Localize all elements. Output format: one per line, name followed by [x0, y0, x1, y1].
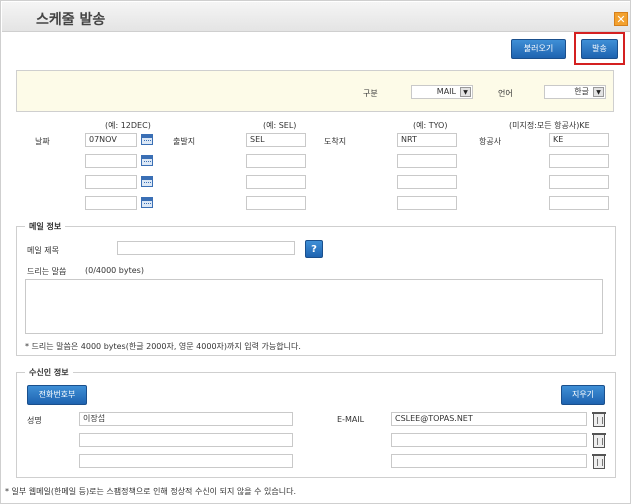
mail-subject-input[interactable]: [117, 241, 295, 255]
departure-input[interactable]: [246, 154, 306, 168]
airline-hint: (미지정:모든 항공사)KE: [509, 121, 590, 130]
airline-input[interactable]: KE: [549, 133, 609, 147]
calendar-icon[interactable]: [141, 134, 153, 145]
options-panel: [16, 70, 614, 112]
arrival-hint: (예: TYO): [413, 121, 448, 130]
recipient-legend: 수신인 정보: [25, 367, 73, 378]
calendar-icon[interactable]: [141, 155, 153, 166]
type-label: 구분: [363, 89, 378, 98]
recipient-email-input[interactable]: [391, 454, 587, 468]
trash-icon[interactable]: [592, 454, 606, 469]
arrival-label: 도착지: [324, 137, 347, 146]
dialog-title: 스케줄 발송: [36, 12, 106, 28]
recipient-name-input[interactable]: [79, 433, 293, 447]
title-bar: 스케줄 발송 ✕: [2, 2, 630, 32]
trash-icon[interactable]: [592, 433, 606, 448]
date-input[interactable]: [85, 175, 137, 189]
send-button-highlight: [574, 32, 625, 65]
date-input[interactable]: [85, 196, 137, 210]
phonebook-button[interactable]: 전화번호부: [27, 385, 87, 405]
date-label: 날짜: [35, 137, 50, 146]
departure-input[interactable]: [246, 196, 306, 210]
airline-label: 항공사: [479, 137, 502, 146]
message-label: 드리는 말씀: [27, 267, 67, 276]
clear-button[interactable]: 지우기: [561, 385, 605, 405]
mail-info-legend: 메일 정보: [25, 221, 66, 232]
recipient-email-input[interactable]: CSLEE@TOPAS.NET: [391, 412, 587, 426]
language-select[interactable]: 한글 ▼: [544, 85, 606, 99]
footer-note: * 일부 웹메일(한메일 등)로는 스팸정책으로 인해 정상적 수신이 되지 않…: [5, 487, 296, 496]
email-label: E-MAIL: [337, 415, 365, 424]
airline-input[interactable]: [549, 175, 609, 189]
mail-subject-label: 메일 제목: [27, 246, 59, 255]
message-textarea[interactable]: [25, 279, 603, 334]
chevron-down-icon: ▼: [593, 87, 604, 97]
arrival-input[interactable]: [397, 175, 457, 189]
airline-input[interactable]: [549, 154, 609, 168]
message-byte-count: (0/4000 bytes): [85, 266, 144, 275]
date-hint: (예: 12DEC): [105, 121, 151, 130]
type-select[interactable]: MAIL ▼: [411, 85, 473, 99]
recipient-email-input[interactable]: [391, 433, 587, 447]
close-icon[interactable]: ✕: [614, 12, 628, 26]
name-label: 성명: [27, 416, 42, 425]
arrival-input[interactable]: NRT: [397, 133, 457, 147]
arrival-input[interactable]: [397, 154, 457, 168]
send-schedule-dialog: 스케줄 발송 ✕ 불러오기 발송 구분 MAIL ▼ 언어 한글 ▼ (예: 1…: [0, 0, 631, 504]
departure-hint: (예: SEL): [263, 121, 297, 130]
load-button[interactable]: 불러오기: [511, 39, 566, 59]
calendar-icon[interactable]: [141, 197, 153, 208]
airline-input[interactable]: [549, 196, 609, 210]
recipient-name-input[interactable]: 이장섭: [79, 412, 293, 426]
trash-icon[interactable]: [592, 412, 606, 427]
message-note: * 드리는 말씀은 4000 bytes(한글 2000자, 영문 4000자)…: [25, 342, 301, 351]
date-input[interactable]: 07NOV: [85, 133, 137, 147]
date-input[interactable]: [85, 154, 137, 168]
calendar-icon[interactable]: [141, 176, 153, 187]
departure-input[interactable]: [246, 175, 306, 189]
recipient-name-input[interactable]: [79, 454, 293, 468]
language-label: 언어: [498, 89, 513, 98]
chevron-down-icon: ▼: [460, 87, 471, 97]
help-button[interactable]: ?: [305, 240, 323, 258]
departure-input[interactable]: SEL: [246, 133, 306, 147]
departure-label: 출발지: [173, 137, 196, 146]
arrival-input[interactable]: [397, 196, 457, 210]
